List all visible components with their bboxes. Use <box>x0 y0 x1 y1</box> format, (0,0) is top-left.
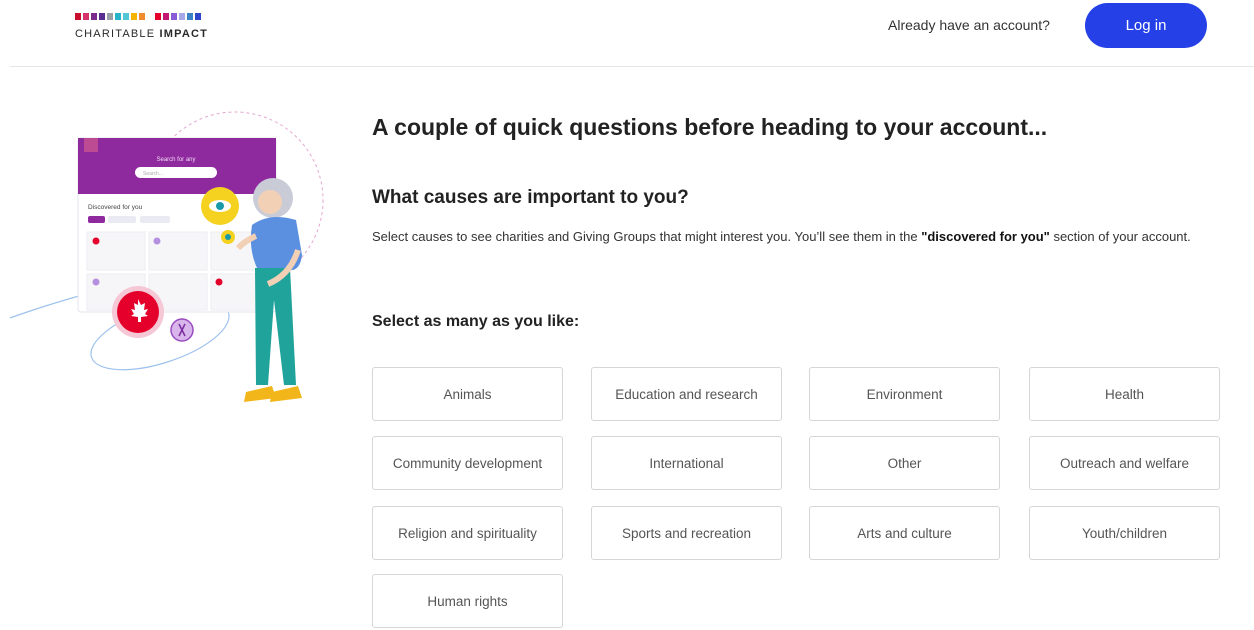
onboarding-illustration: Search for any Search... Discovered for … <box>0 100 340 420</box>
person-pants <box>255 268 296 385</box>
card-dot <box>92 278 100 286</box>
screen-tab-all <box>88 216 105 223</box>
screen-tab-groups <box>140 216 170 223</box>
card-dot <box>92 237 100 245</box>
logo-block <box>139 13 145 20</box>
logo-block <box>155 13 161 20</box>
logo-block <box>107 13 113 20</box>
person-shoe <box>270 386 302 402</box>
logo-block <box>187 13 193 20</box>
section-title: What causes are important to you? <box>372 187 689 208</box>
login-button[interactable]: Log in <box>1085 3 1207 48</box>
logo-block <box>123 13 129 20</box>
cause-option[interactable]: International <box>591 436 782 490</box>
logo-block <box>163 13 169 20</box>
select-prompt: Select as many as you like: <box>372 313 580 330</box>
cause-option[interactable]: Environment <box>809 367 1000 421</box>
cause-option[interactable]: Animals <box>372 367 563 421</box>
logo-color-blocks <box>75 13 208 20</box>
top-header: CHARITABLE IMPACT Already have an accoun… <box>0 0 1254 68</box>
header-divider <box>10 66 1254 67</box>
logo-block <box>83 13 89 20</box>
cause-option[interactable]: Other <box>809 436 1000 490</box>
cause-option[interactable]: Religion and spirituality <box>372 506 563 560</box>
cause-option[interactable]: Education and research <box>591 367 782 421</box>
logo-block <box>179 13 185 20</box>
account-question: Already have an account? <box>888 17 1050 33</box>
logo-block <box>131 13 137 20</box>
logo-block <box>91 13 97 20</box>
logo-wordmark: CHARITABLE IMPACT <box>75 28 209 40</box>
screen-search-title: Search for any <box>156 157 195 163</box>
screen-search-placeholder: Search... <box>143 171 163 177</box>
logo-block <box>115 13 121 20</box>
app-screen-banner <box>78 138 276 194</box>
logo-block <box>195 13 201 20</box>
cause-option[interactable]: Youth/children <box>1029 506 1220 560</box>
logo-block <box>147 13 153 20</box>
logo-block <box>99 13 105 20</box>
screen-section-title: Discovered for you <box>88 204 143 211</box>
logo-block <box>75 13 81 20</box>
card-dot <box>153 237 161 245</box>
illustration-svg: Search for any Search... Discovered for … <box>9 111 324 402</box>
person-face <box>258 190 282 214</box>
cause-option[interactable]: Sports and recreation <box>591 506 782 560</box>
cause-option[interactable]: Community development <box>372 436 563 490</box>
cause-option[interactable]: Health <box>1029 367 1220 421</box>
cause-option[interactable]: Human rights <box>372 574 563 628</box>
eye-pupil <box>216 202 224 210</box>
charitable-impact-logo[interactable]: CHARITABLE IMPACT <box>75 13 208 40</box>
discovered-for-you-emphasis: "discovered for you" <box>921 229 1050 244</box>
banner-accent <box>84 138 98 152</box>
cause-option[interactable]: Outreach and welfare <box>1029 436 1220 490</box>
cause-option[interactable]: Arts and culture <box>809 506 1000 560</box>
small-eye-icon <box>225 234 231 240</box>
section-description: Select causes to see charities and Givin… <box>372 229 1191 244</box>
screen-tab-charities <box>108 216 136 223</box>
page-title: A couple of quick questions before headi… <box>372 114 1048 140</box>
logo-block <box>171 13 177 20</box>
card-dot <box>215 278 223 286</box>
